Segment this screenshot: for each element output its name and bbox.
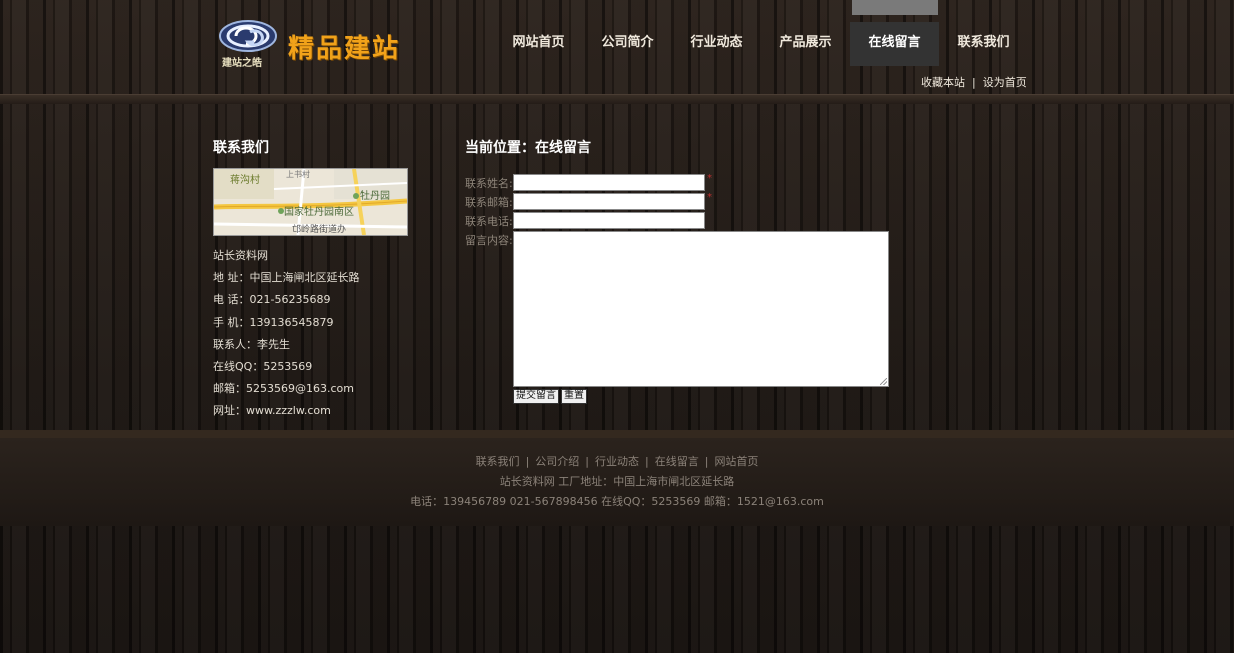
map-graphic: 蒋沟村 牡丹园 国家牡丹园南区 邙岭路街道办 上书村 [214,169,407,235]
logo-subtext: 建站之皓 [222,58,262,69]
email-label: 联系邮箱: [465,196,513,209]
footer-separator: | [704,455,709,468]
header: 建站之皓 精品建站 网站首页 公司简介 行业动态 产品展示 在线留言 联系我们 … [0,0,1234,95]
contact-mobile: 手 机：139136545879 [213,315,334,329]
nav-item-guestbook[interactable]: 在线留言 [850,22,939,66]
map-label-park: 牡丹园 [360,189,390,202]
contact-company: 站长资料网 [213,249,268,262]
email-required-mark: * [707,192,712,203]
phone-input[interactable] [513,212,705,229]
sidebar-title: 联系我们 [213,140,269,156]
site-logo[interactable]: 建站之皓 精品建站 [218,18,418,70]
footer-link-contact[interactable]: 联系我们 [476,455,520,468]
top-links: 收藏本站 | 设为首页 [921,74,1027,90]
footer-separator: | [525,455,530,468]
message-label: 留言内容: [465,234,513,247]
map-label-district: 国家牡丹园南区 [284,205,354,218]
header-divider [0,94,1234,104]
nav-item-products[interactable]: 产品展示 [761,22,850,66]
set-homepage-link[interactable]: 设为首页 [983,76,1027,89]
contact-info: 站长资料网 地 址：中国上海闸北区延长路 电 话：021-56235689 手 … [213,245,433,423]
contact-website: 网址：www.zzzlw.com [213,404,331,418]
contact-email: 邮箱：5253569@163.com [213,382,354,396]
nav-item-home[interactable]: 网站首页 [494,22,583,66]
map-label-road: 邙岭路街道办 [292,223,346,235]
name-input[interactable] [513,174,705,191]
footer-contact-line: 电话：139456789 021-567898456 在线QQ：5253569 … [410,495,824,508]
reset-button[interactable]: 重置 [561,389,587,404]
email-input[interactable] [513,193,705,210]
name-label: 联系姓名: [465,177,513,190]
top-links-separator: | [972,76,976,89]
nav-active-tab-top [852,0,938,15]
sidebar: 联系我们 蒋沟村 牡丹园 国家牡丹园南区 邙岭路街道办 上书村 站长资料网 地 … [213,137,413,417]
nav-item-news[interactable]: 行业动态 [672,22,761,66]
footer-separator: | [645,455,649,468]
contact-qq: 在线QQ：5253569 [213,359,313,373]
footer-links: 联系我们 | 公司介绍 | 行业动态 | 在线留言 | 网站首页 [0,453,1234,469]
phone-label: 联系电话: [465,215,513,228]
bookmark-link[interactable]: 收藏本站 [921,76,965,89]
logo-brand-text: 精品建站 [288,34,401,64]
contact-phone: 电 话：021-56235689 [213,293,331,307]
footer-link-guestbook[interactable]: 在线留言 [655,455,699,468]
contact-address: 地 址：中国上海闸北区延长路 [213,271,360,285]
main-nav: 网站首页 公司简介 行业动态 产品展示 在线留言 联系我们 [494,22,1028,66]
footer-separator: | [585,455,589,468]
footer-address: 站长资料网 工厂地址：中国上海市闸北区延长路 [499,475,735,488]
contact-person: 联系人：李先生 [213,337,290,351]
name-required-mark: * [707,173,712,184]
map-label-top: 上书村 [286,169,310,179]
footer-link-home[interactable]: 网站首页 [714,455,758,468]
message-textarea[interactable] [513,231,889,387]
location-map[interactable]: 蒋沟村 牡丹园 国家牡丹园南区 邙岭路街道办 上书村 [213,168,408,236]
footer-link-about[interactable]: 公司介绍 [535,455,579,468]
submit-button[interactable]: 提交留言 [513,389,559,404]
textarea-resize-handle[interactable] [880,378,887,385]
map-label-village: 蒋沟村 [230,173,260,186]
nav-item-contact[interactable]: 联系我们 [939,22,1028,66]
guestbook-panel: 当前位置：在线留言 联系姓名: * 联系邮箱: * 联系电话: 留言内容: 提交… [465,137,905,404]
breadcrumb-title: 当前位置：在线留言 [465,140,591,156]
footer-link-news[interactable]: 行业动态 [595,455,639,468]
nav-item-about[interactable]: 公司简介 [583,22,672,66]
